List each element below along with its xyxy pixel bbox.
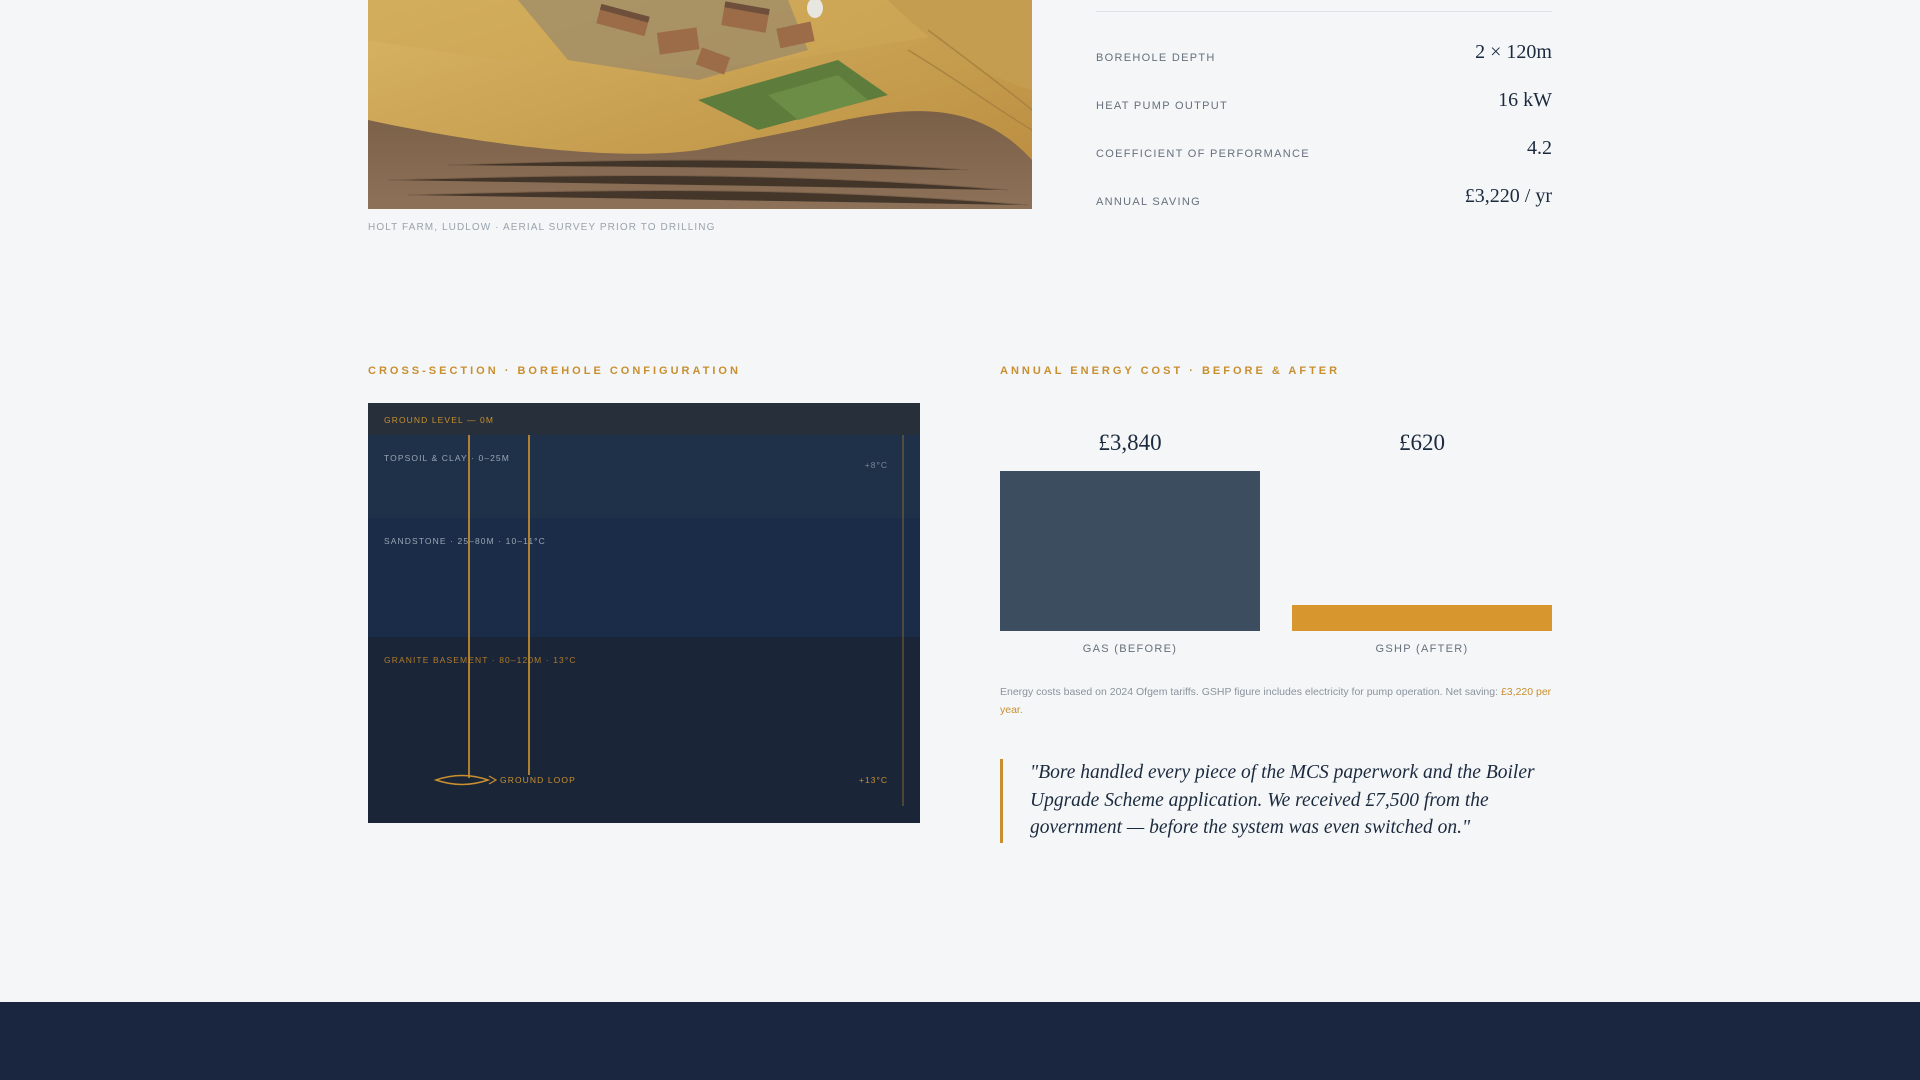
- testimonial-quote: "Bore handled every piece of the MCS pap…: [1000, 759, 1555, 843]
- spec-divider: [1096, 11, 1552, 12]
- spec-row-borehole-depth: BOREHOLE DEPTH 2 × 120m: [1096, 32, 1552, 72]
- spec-label: COEFFICIENT OF PERFORMANCE: [1096, 148, 1310, 160]
- ground-loop-label: GROUND LOOP: [500, 775, 576, 785]
- borehole-cross-section: GROUND LEVEL — 0M TOPSOIL & CLAY · 0–25M…: [368, 403, 920, 823]
- quote-text: "Bore handled every piece of the MCS pap…: [1030, 762, 1535, 838]
- cross-section-title: CROSS-SECTION · BOREHOLE CONFIGURATION: [368, 365, 741, 377]
- photo-caption: HOLT FARM, LUDLOW · AERIAL SURVEY PRIOR …: [368, 222, 716, 233]
- spec-value: £3,220 / yr: [1464, 185, 1552, 207]
- footer-band: [0, 1002, 1920, 1080]
- energy-cost-note: Energy costs based on 2024 Ofgem tariffs…: [1000, 683, 1552, 719]
- spec-row-cop: COEFFICIENT OF PERFORMANCE 4.2: [1096, 128, 1552, 168]
- spec-value: 2 × 120m: [1475, 41, 1552, 63]
- bar-gshp-after: [1292, 605, 1552, 631]
- spec-row-annual-saving: ANNUAL SAVING £3,220 / yr: [1096, 176, 1552, 216]
- note-text: Energy costs based on 2024 Ofgem tariffs…: [1000, 686, 1499, 698]
- bottom-temp: +13°C: [859, 775, 888, 785]
- spec-value: 4.2: [1527, 137, 1552, 159]
- spec-label: HEAT PUMP OUTPUT: [1096, 100, 1229, 112]
- energy-cost-chart: £3,840 GAS (BEFORE) £620 GSHP (AFTER): [1000, 420, 1552, 670]
- farm-aerial-photo: [368, 0, 1032, 209]
- spec-row-heat-pump-output: HEAT PUMP OUTPUT 16 kW: [1096, 80, 1552, 120]
- bar-category-label: GSHP (AFTER): [1375, 643, 1469, 655]
- borehole-pipes: [433, 435, 904, 806]
- spec-label: BOREHOLE DEPTH: [1096, 52, 1216, 64]
- bar-value-label: £3,840: [1098, 430, 1162, 455]
- bar-gas-before: [1000, 471, 1260, 631]
- spec-value: 16 kW: [1498, 89, 1552, 111]
- bar-value-label: £620: [1399, 430, 1445, 455]
- energy-cost-title: ANNUAL ENERGY COST · BEFORE & AFTER: [1000, 365, 1341, 377]
- bar-category-label: GAS (BEFORE): [1082, 643, 1178, 655]
- spec-label: ANNUAL SAVING: [1096, 196, 1201, 208]
